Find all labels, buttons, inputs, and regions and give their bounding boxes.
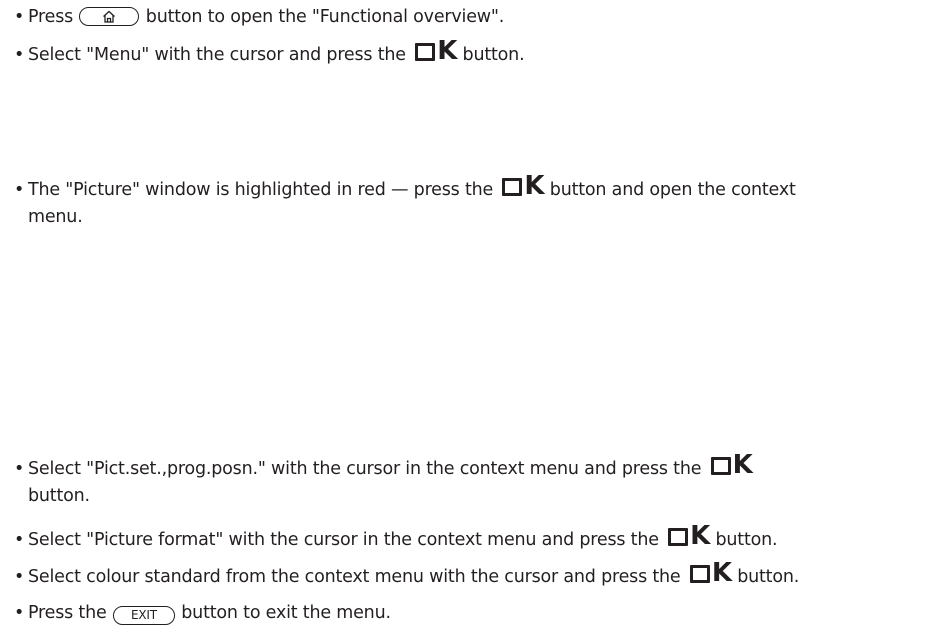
ok-button-icon: K (688, 558, 732, 588)
step-text-after: button. (457, 45, 525, 65)
step-text-after: button to exit the menu. (175, 603, 391, 623)
exit-button-icon: EXIT (112, 605, 175, 625)
instruction-step-4: • Select "Pict.set.,prog.posn." with the … (14, 450, 932, 510)
bullet: • (14, 603, 25, 623)
step-text-after: button. (710, 530, 778, 550)
step-text-after: button to open the "Functional overview"… (140, 7, 505, 27)
instruction-step-3: • The "Picture" window is highlighted in … (14, 171, 932, 231)
step-text-after: button. (731, 567, 800, 587)
step-text-before: Select colour standard from the context … (28, 567, 686, 587)
step-text-before: Press (28, 7, 79, 27)
home-icon (103, 10, 116, 23)
bullet: • (14, 7, 25, 27)
step-text-before: Select "Picture format" with the cursor … (28, 530, 665, 550)
step-text-after: button and open the context (544, 180, 796, 200)
step-text-continued: menu. (28, 207, 83, 227)
bullet: • (14, 45, 25, 65)
instruction-step-7: • Press the EXIT button to exit the menu. (14, 600, 932, 627)
step-text-before: Select "Menu" with the cursor and press … (28, 45, 412, 65)
instruction-step-6: • Select colour standard from the context… (14, 558, 932, 591)
exit-label: EXIT (130, 608, 157, 622)
ok-button-icon: K (413, 36, 457, 66)
step-text-before: The "Picture" window is highlighted in r… (28, 180, 499, 200)
bullet: • (14, 530, 25, 550)
step-text-before: Select "Pict.set.,prog.posn." with the c… (28, 459, 707, 479)
bullet: • (14, 567, 25, 587)
ok-button-icon: K (500, 171, 545, 201)
bullet: • (14, 180, 25, 200)
instruction-step-5: • Select "Picture format" with the cursor… (14, 521, 932, 554)
home-button-icon (79, 7, 140, 26)
instruction-step-1: • Press button to open the "Functional ov… (14, 4, 932, 31)
ok-button-icon: K (666, 521, 710, 551)
step-text-continued: button. (28, 486, 90, 506)
ok-button-icon: K (709, 450, 753, 480)
step-text-before: Press the (28, 603, 112, 623)
instruction-step-2: • Select "Menu" with the cursor and press… (14, 36, 932, 69)
bullet: • (14, 459, 25, 479)
